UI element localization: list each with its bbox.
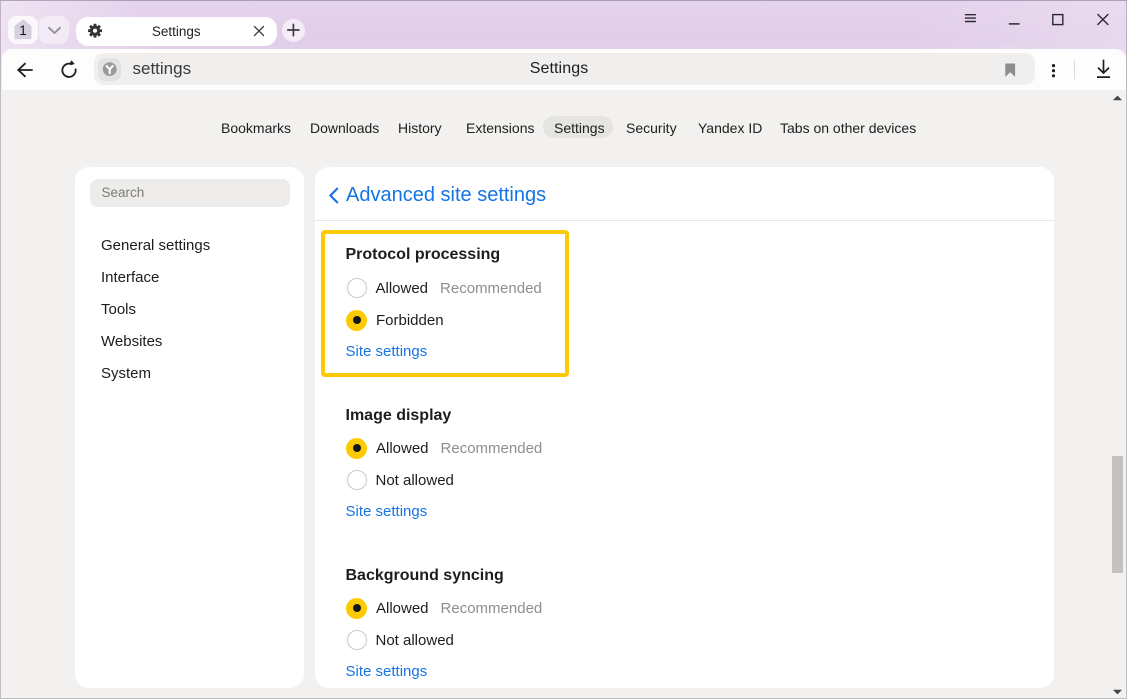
svg-text:1: 1 xyxy=(19,23,27,38)
